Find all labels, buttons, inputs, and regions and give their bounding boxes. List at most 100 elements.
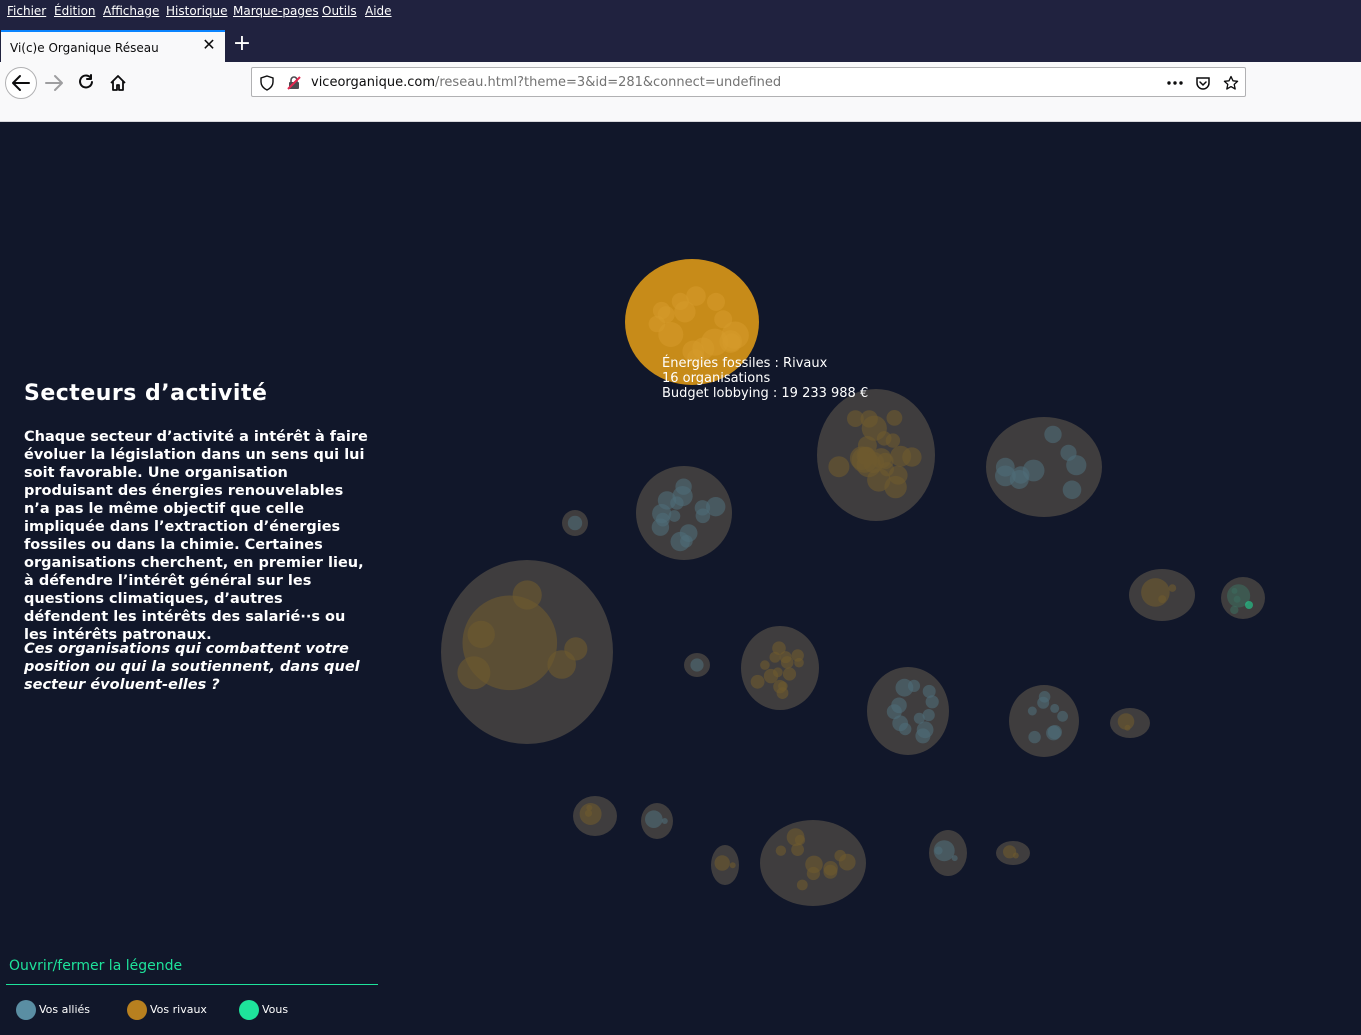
organisation-bubble[interactable] xyxy=(707,292,725,311)
organisation-bubble[interactable] xyxy=(915,728,931,744)
organisation-bubble[interactable] xyxy=(1022,459,1045,482)
organisation-bubble[interactable] xyxy=(661,818,668,824)
sector-cluster[interactable] xyxy=(441,560,613,744)
organisation-bubble[interactable] xyxy=(902,447,922,467)
menu-fichier[interactable]: Fichier xyxy=(7,4,46,18)
insecure-lock-icon[interactable] xyxy=(286,75,302,91)
organisation-bubble[interactable] xyxy=(863,451,885,474)
organisation-bubble[interactable] xyxy=(1158,595,1167,604)
new-tab-button[interactable]: + xyxy=(232,33,252,55)
organisation-bubble[interactable] xyxy=(512,580,542,610)
organisation-bubble[interactable] xyxy=(1141,578,1170,607)
self-bubble[interactable] xyxy=(1245,601,1253,609)
organisation-bubble[interactable] xyxy=(828,456,850,478)
star-icon[interactable] xyxy=(1223,75,1239,91)
organisation-bubble[interactable] xyxy=(806,866,821,881)
home-button[interactable] xyxy=(102,67,134,99)
sector-cluster[interactable] xyxy=(817,389,935,521)
organisation-bubble[interactable] xyxy=(672,486,693,507)
sector-cluster[interactable] xyxy=(1129,569,1195,621)
organisation-bubble[interactable] xyxy=(655,512,670,527)
menu-historique[interactable]: Historique xyxy=(166,4,228,18)
menu-affichage[interactable]: Affichage xyxy=(103,4,159,18)
organisation-bubble[interactable] xyxy=(899,722,912,736)
sector-cluster[interactable] xyxy=(867,667,949,755)
organisation-bubble[interactable] xyxy=(567,515,583,531)
sector-cluster[interactable] xyxy=(929,830,967,876)
organisation-bubble[interactable] xyxy=(860,410,878,428)
sector-cluster[interactable] xyxy=(986,417,1102,517)
organisation-bubble[interactable] xyxy=(886,410,903,426)
organisation-bubble[interactable] xyxy=(457,656,491,690)
reload-button[interactable] xyxy=(70,67,102,99)
organisation-bubble[interactable] xyxy=(722,333,741,352)
organisation-bubble[interactable] xyxy=(834,849,846,862)
organisation-bubble[interactable] xyxy=(1044,425,1062,444)
sector-cluster[interactable] xyxy=(562,510,588,536)
sector-cluster[interactable] xyxy=(636,466,732,560)
pocket-icon[interactable] xyxy=(1195,75,1211,91)
organisation-bubble[interactable] xyxy=(729,862,736,869)
organisation-bubble[interactable] xyxy=(780,656,794,669)
sector-cluster[interactable] xyxy=(741,626,819,710)
organisation-bubble[interactable] xyxy=(907,679,921,693)
organisation-bubble[interactable] xyxy=(934,846,943,855)
organisation-bubble[interactable] xyxy=(772,667,783,678)
organisation-bubble[interactable] xyxy=(951,855,958,862)
organisation-bubble[interactable] xyxy=(679,524,698,542)
more-icon[interactable] xyxy=(1165,75,1185,91)
organisation-bubble[interactable] xyxy=(584,809,593,817)
organisation-bubble[interactable] xyxy=(1231,587,1238,594)
sector-cluster[interactable] xyxy=(684,653,710,677)
sector-cluster[interactable] xyxy=(1221,577,1265,619)
organisation-bubble[interactable] xyxy=(823,861,838,876)
organisation-bubble[interactable] xyxy=(1046,725,1061,741)
organisation-bubble[interactable] xyxy=(467,620,495,649)
organisation-bubble[interactable] xyxy=(1230,605,1239,615)
organisation-bubble[interactable] xyxy=(796,879,808,891)
tab-active[interactable]: Vi(c)e Organique Réseau ✕ xyxy=(1,30,225,62)
organisation-bubble[interactable] xyxy=(794,834,806,846)
organisation-bubble[interactable] xyxy=(658,322,684,347)
organisation-bubble[interactable] xyxy=(913,712,925,724)
organisation-bubble[interactable] xyxy=(1062,480,1082,500)
url-text[interactable]: viceorganique.com/reseau.html?theme=3&id… xyxy=(311,75,781,90)
organisation-bubble[interactable] xyxy=(1012,852,1019,859)
close-icon[interactable]: ✕ xyxy=(201,37,217,53)
sector-cluster[interactable] xyxy=(1110,708,1150,738)
organisation-bubble[interactable] xyxy=(1038,691,1051,703)
sector-cluster[interactable] xyxy=(996,841,1030,865)
organisation-bubble[interactable] xyxy=(645,810,663,828)
organisation-bubble[interactable] xyxy=(695,508,711,524)
organisation-bubble[interactable] xyxy=(1168,584,1177,592)
organisation-bubble[interactable] xyxy=(1066,455,1087,476)
forward-button[interactable] xyxy=(38,67,70,99)
organisation-bubble[interactable] xyxy=(760,660,770,670)
organisation-bubble[interactable] xyxy=(775,845,787,856)
sector-cluster[interactable] xyxy=(760,820,866,906)
organisation-bubble[interactable] xyxy=(1057,710,1068,722)
organisation-bubble[interactable] xyxy=(750,674,765,689)
organisation-bubble[interactable] xyxy=(564,637,588,661)
sector-cluster[interactable] xyxy=(1009,685,1079,757)
organisation-bubble[interactable] xyxy=(925,695,939,709)
organisation-bubble[interactable] xyxy=(891,697,907,714)
organisation-bubble[interactable] xyxy=(791,843,804,856)
organisation-bubble[interactable] xyxy=(586,804,593,811)
organisation-bubble[interactable] xyxy=(791,649,804,662)
organisation-bubble[interactable] xyxy=(1050,703,1060,713)
organisation-bubble[interactable] xyxy=(690,658,704,672)
organisation-bubble[interactable] xyxy=(1124,724,1131,731)
url-bar[interactable]: viceorganique.com/reseau.html?theme=3&id… xyxy=(251,67,1246,97)
menu-aide[interactable]: Aide xyxy=(365,4,392,18)
organisation-bubble[interactable] xyxy=(714,855,730,871)
organisation-bubble[interactable] xyxy=(1028,730,1041,744)
legend-toggle-button[interactable]: Ouvrir/fermer la légende xyxy=(9,958,182,974)
sector-cluster[interactable] xyxy=(573,796,617,836)
organisation-bubble[interactable] xyxy=(1027,706,1037,716)
organisation-bubble[interactable] xyxy=(686,286,706,306)
shield-icon[interactable] xyxy=(259,75,275,91)
menu-marque-pages[interactable]: Marque-pages xyxy=(233,4,319,18)
back-button[interactable] xyxy=(5,67,37,99)
organisation-bubble[interactable] xyxy=(888,465,908,485)
